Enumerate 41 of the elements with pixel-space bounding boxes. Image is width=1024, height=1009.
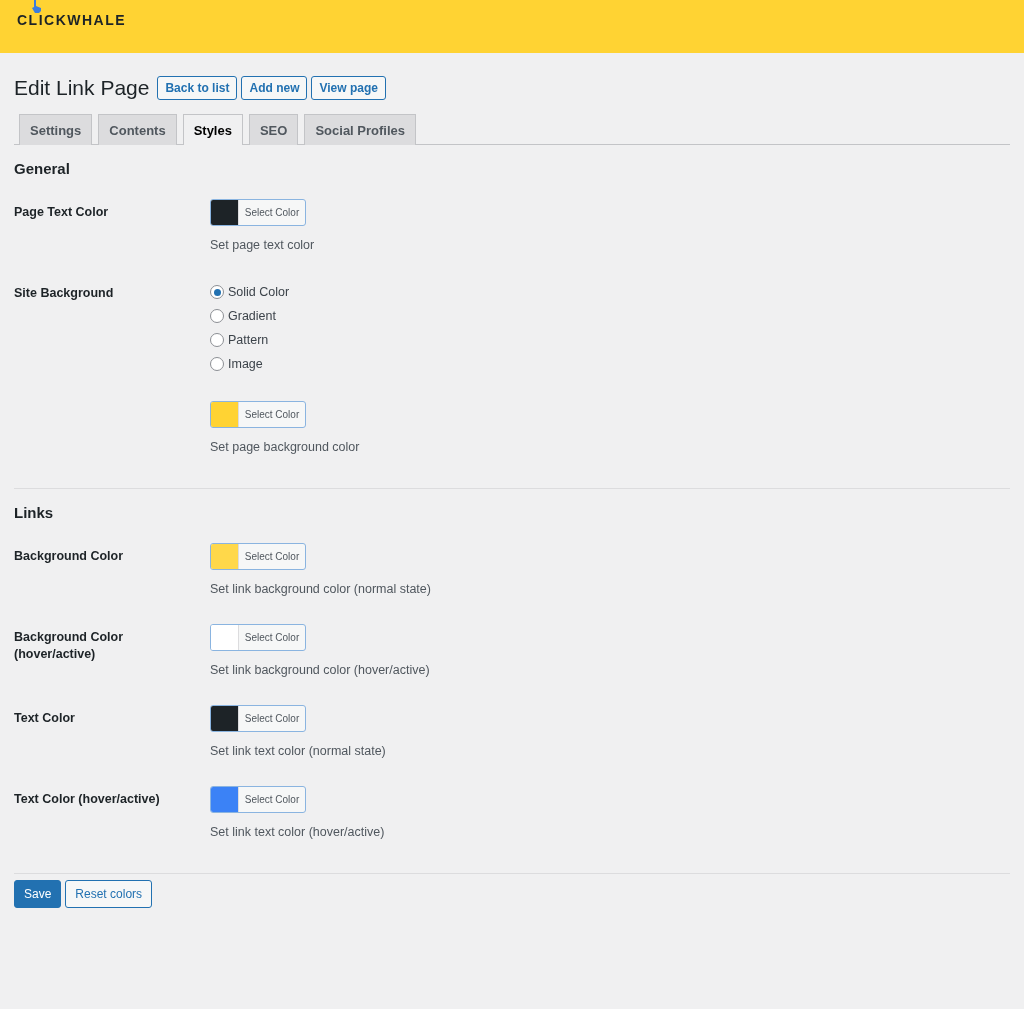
color-picker-button[interactable]: Select Color bbox=[210, 705, 306, 732]
section-heading: Links bbox=[14, 504, 55, 521]
field-description: Set link background color (normal state) bbox=[210, 582, 431, 596]
radio-button[interactable] bbox=[210, 309, 224, 323]
field-description: Set page background color bbox=[210, 440, 360, 454]
tab[interactable]: Settings bbox=[19, 114, 93, 145]
color-picker-button[interactable]: Select Color bbox=[210, 624, 306, 651]
color-picker-button[interactable]: Select Color bbox=[210, 199, 306, 226]
field-label: Text Color (hover/active) bbox=[14, 791, 161, 808]
section-heading: General bbox=[14, 160, 71, 177]
radio-label[interactable]: Solid Color bbox=[228, 285, 290, 299]
field-label: Page Text Color bbox=[14, 204, 110, 221]
tab[interactable]: Contents bbox=[98, 114, 177, 145]
radio-label[interactable]: Image bbox=[228, 357, 263, 371]
action-button[interactable]: View page bbox=[311, 76, 386, 100]
action-button[interactable]: Back to list bbox=[157, 76, 238, 100]
page-title: Edit Link Page bbox=[14, 76, 150, 100]
radio-label[interactable]: Gradient bbox=[228, 309, 276, 323]
tab[interactable]: Social Profiles bbox=[304, 114, 416, 145]
radio-button[interactable] bbox=[210, 333, 224, 347]
field-description: Set link text color (hover/active) bbox=[210, 825, 385, 839]
radio-button[interactable] bbox=[210, 357, 224, 371]
field-description: Set link text color (normal state) bbox=[210, 744, 386, 758]
color-picker-button[interactable]: Select Color bbox=[210, 786, 306, 813]
tab[interactable]: SEO bbox=[248, 114, 299, 145]
radio-label[interactable]: Pattern bbox=[228, 333, 269, 347]
radio-button[interactable] bbox=[210, 285, 224, 299]
field-label: Background Color (hover/active) bbox=[14, 629, 125, 663]
action-button[interactable]: Add new bbox=[241, 76, 308, 100]
color-picker-button[interactable]: Select Color bbox=[210, 543, 306, 570]
field-label: Text Color bbox=[14, 710, 76, 727]
field-description: Set link background color (hover/active) bbox=[210, 663, 430, 677]
reset-colors-button[interactable]: Reset colors bbox=[65, 880, 153, 908]
field-label: Site Background bbox=[14, 285, 115, 302]
field-description: Set page text color bbox=[210, 238, 315, 252]
tab[interactable]: Styles bbox=[182, 114, 243, 145]
pointer-hand-icon bbox=[31, 0, 43, 13]
logo-text: CLICKWHALE bbox=[17, 13, 127, 27]
field-label: Background Color bbox=[14, 548, 125, 565]
save-button[interactable]: Save bbox=[14, 880, 62, 908]
color-picker-button[interactable]: Select Color bbox=[210, 401, 306, 428]
